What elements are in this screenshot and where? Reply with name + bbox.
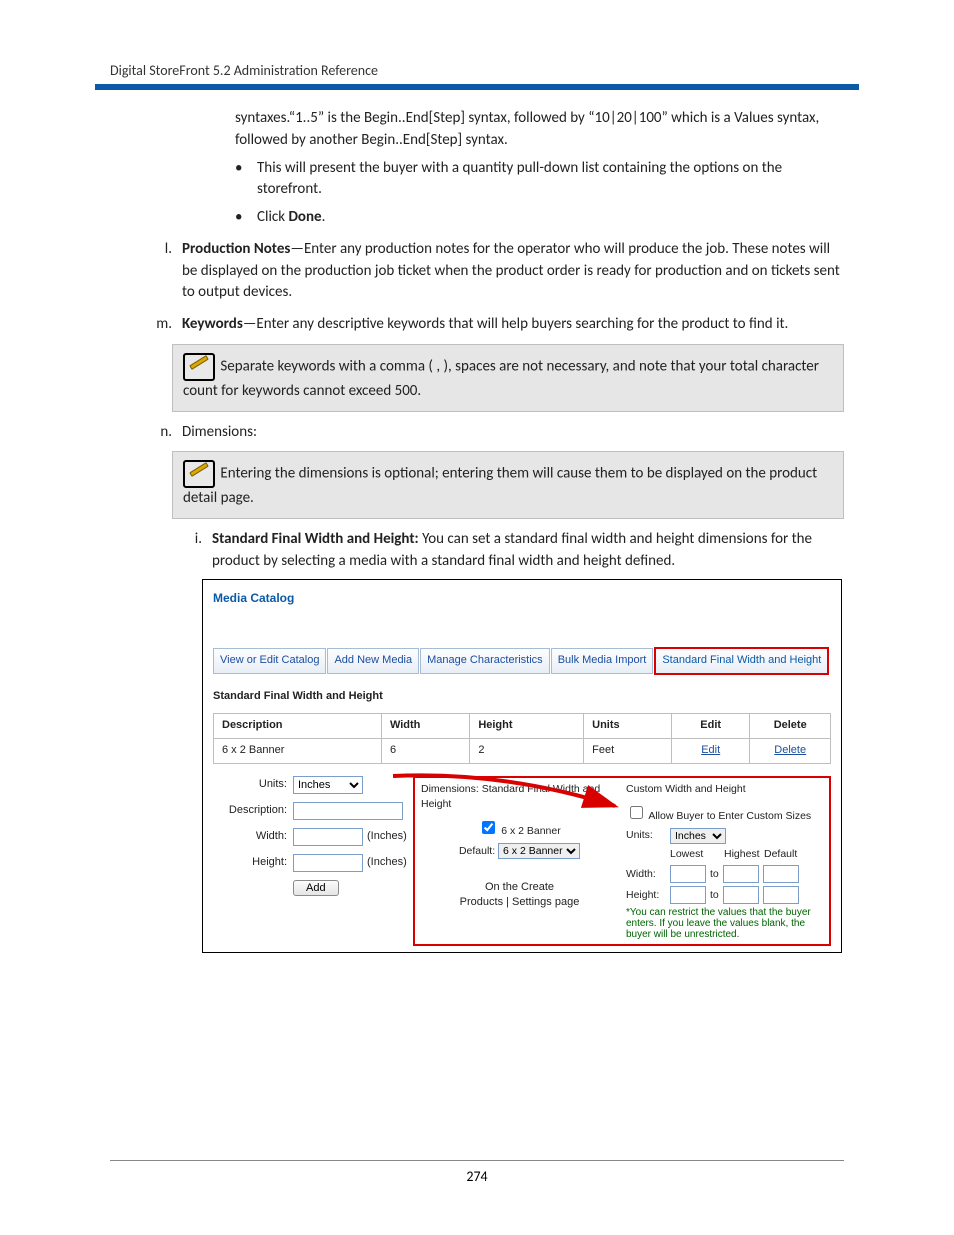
w-high-input[interactable]: [723, 865, 759, 883]
lbl-h-r: Height:: [626, 888, 666, 903]
restriction-note: *You can restrict the values that the bu…: [626, 907, 823, 940]
hdr-highest: Highest: [724, 847, 760, 862]
p-std-final: Standard Final Width and Height: You can…: [212, 529, 844, 573]
p-bullet-done: Click Done.: [257, 207, 844, 229]
pencil-note-icon: [183, 353, 215, 381]
page-number: 274: [0, 1168, 954, 1185]
add-button[interactable]: Add: [293, 880, 339, 896]
t: Click: [257, 208, 288, 226]
header-rule: [95, 84, 859, 90]
w-def-input[interactable]: [763, 865, 799, 883]
page-header: Digital StoreFront 5.2 Administration Re…: [110, 62, 844, 79]
list-marker-m: m.: [140, 314, 182, 336]
th-width: Width: [381, 713, 469, 738]
unit-inches: (Inches): [367, 855, 407, 871]
hdr-default: Default: [764, 847, 800, 862]
p-production-notes: Production Notes—Enter any production no…: [182, 239, 844, 304]
units-select-r[interactable]: Inches: [670, 828, 726, 844]
h-low-input[interactable]: [670, 886, 706, 904]
p-syntax: syntaxes.“1..5” is the Begin..End[Step] …: [235, 108, 844, 152]
h-def-input[interactable]: [763, 886, 799, 904]
lbl-units-r: Units:: [626, 828, 666, 843]
note-keywords: Separate keywords with a comma ( , ), sp…: [172, 344, 844, 412]
lbl-units: Units:: [213, 777, 293, 793]
lbl-w-r: Width:: [626, 867, 666, 882]
th-edit: Edit: [671, 713, 749, 738]
mid-header: Dimensions: Standard Final Width and Hei…: [421, 782, 618, 812]
default-select[interactable]: 6 x 2 Banner: [498, 843, 580, 859]
allow-custom-checkbox[interactable]: [630, 806, 643, 819]
t-bold: Done: [288, 208, 321, 226]
width-input[interactable]: [293, 828, 363, 846]
banner-checkbox[interactable]: [482, 821, 495, 834]
note-text: Separate keywords with a comma ( , ), sp…: [183, 357, 819, 399]
t-bold: Standard Final Width and Height:: [212, 530, 419, 548]
row-edit-link[interactable]: Edit: [701, 744, 720, 756]
mc-highlight-panel: Dimensions: Standard Final Width and Hei…: [413, 776, 831, 947]
units-select[interactable]: Inches: [293, 776, 363, 794]
mc-tabs: View or Edit CatalogAdd New MediaManage …: [213, 647, 831, 675]
table-row: 6 x 2 Banner 6 2 Feet Edit Delete: [214, 738, 831, 763]
t: .: [322, 208, 326, 226]
th-delete: Delete: [750, 713, 831, 738]
p-bullet-quantity: This will present the buyer with a quant…: [257, 158, 844, 202]
t-bold: Production Notes: [182, 240, 290, 258]
bullet-dot-icon: •: [235, 158, 257, 202]
t: —Enter any descriptive keywords that wil…: [243, 315, 788, 333]
bullet-dot-icon: •: [235, 207, 257, 229]
cell-u: Feet: [584, 738, 672, 763]
hdr-lowest: Lowest: [670, 847, 706, 862]
p-dimensions: Dimensions:: [182, 422, 844, 444]
media-catalog-screenshot: Media Catalog View or Edit CatalogAdd Ne…: [202, 579, 842, 954]
lbl-height: Height:: [213, 855, 293, 871]
mc-add-form: Units: Inches Description: Width: (Inche…: [213, 776, 413, 947]
footer-rule: [110, 1160, 844, 1161]
mc-section-title: Standard Final Width and Height: [213, 689, 831, 705]
row-delete-link[interactable]: Delete: [774, 744, 806, 756]
list-marker-i: i.: [172, 529, 212, 573]
height-input[interactable]: [293, 854, 363, 872]
cb-label: 6 x 2 Banner: [501, 825, 561, 837]
list-marker-n: n.: [140, 422, 182, 444]
tab-add-new[interactable]: Add New Media: [327, 648, 419, 674]
t-bold: Keywords: [182, 315, 243, 333]
tab-bulk-import[interactable]: Bulk Media Import: [551, 648, 654, 674]
tab-view-edit[interactable]: View or Edit Catalog: [213, 648, 326, 674]
desc-input[interactable]: [293, 802, 403, 820]
lbl-to: to: [710, 888, 719, 903]
unit-inches: (Inches): [367, 829, 407, 845]
h-high-input[interactable]: [723, 886, 759, 904]
cell-w: 6: [381, 738, 469, 763]
th-units: Units: [584, 713, 672, 738]
lbl-desc: Description:: [213, 803, 293, 819]
lbl-width: Width:: [213, 829, 293, 845]
tab-std-final[interactable]: Standard Final Width and Height: [654, 647, 829, 675]
tab-manage-char[interactable]: Manage Characteristics: [420, 648, 550, 674]
cb-label: Allow Buyer to Enter Custom Sizes: [648, 810, 811, 822]
th-desc: Description: [214, 713, 382, 738]
lbl-default: Default:: [459, 845, 495, 857]
caption-line: On the Create: [421, 880, 618, 896]
p-keywords: Keywords—Enter any descriptive keywords …: [182, 314, 844, 336]
pencil-note-icon: [183, 460, 215, 488]
lbl-to: to: [710, 867, 719, 882]
note-text: Entering the dimensions is optional; ent…: [183, 465, 817, 507]
w-low-input[interactable]: [670, 865, 706, 883]
cell-h: 2: [470, 738, 584, 763]
mc-table: Description Width Height Units Edit Dele…: [213, 713, 831, 764]
cell-desc: 6 x 2 Banner: [214, 738, 382, 763]
right-header: Custom Width and Height: [626, 782, 823, 797]
th-height: Height: [470, 713, 584, 738]
note-dimensions: Entering the dimensions is optional; ent…: [172, 451, 844, 519]
caption-line: Products | Settings page: [421, 895, 618, 911]
mc-title: Media Catalog: [213, 590, 831, 607]
list-marker-l: l.: [140, 239, 182, 304]
